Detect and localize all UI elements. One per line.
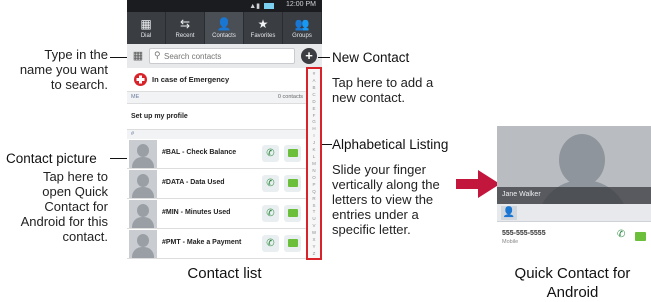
annotation-line: open Quick [42, 184, 108, 199]
annotation-line: Slide your finger [332, 162, 426, 177]
ice-row[interactable]: In case of Emergency [127, 68, 307, 92]
contacts-icon: 👤 [216, 16, 232, 31]
quick-contact-photo: Jane Walker [497, 126, 651, 204]
annotation-line: Contact for [44, 199, 108, 214]
phone-type: Mobile [502, 239, 519, 245]
call-icon[interactable]: ✆ [262, 145, 279, 162]
tab-contacts[interactable]: 👤 Contacts [205, 12, 244, 44]
annotation-line: Type in the [44, 47, 108, 62]
annotation-line: entries under a [332, 207, 419, 222]
tab-dial[interactable]: ▦ Dial [127, 12, 166, 44]
caption-line: Quick Contact for [514, 265, 631, 282]
groups-icon: 👥 [294, 16, 310, 31]
signal-icon: ▲▮ [249, 3, 260, 10]
annotation-line: letters to view the [332, 192, 434, 207]
annotation-line: contact. [62, 229, 108, 244]
new-contact-annotation: Tap here to add a new contact. [332, 75, 457, 105]
setup-profile-row[interactable]: Set up my profile [127, 104, 307, 130]
annotation-line: new contact. [332, 90, 405, 105]
alpha-annotation: Slide your finger vertically along the l… [332, 162, 462, 237]
message-icon[interactable] [284, 175, 301, 192]
contact-name: #PMT - Make a Payment [162, 239, 242, 246]
tab-bar: ▦ Dial ⇆ Recent 👤 Contacts ★ Favorites 👥… [127, 12, 322, 44]
contact-picture[interactable] [129, 200, 157, 228]
alpha-leader-line [322, 144, 332, 145]
annotation-line: specific letter. [332, 222, 411, 237]
search-box[interactable]: ⚲ [149, 48, 295, 64]
search-icon: ⚲ [154, 50, 161, 60]
annotation-line: to search. [50, 77, 108, 92]
tab-recent[interactable]: ⇆ Recent [166, 12, 205, 44]
quick-contact-tabs: 👤 [497, 204, 651, 222]
star-icon: ★ [257, 16, 269, 31]
tab-label: Contacts [212, 32, 236, 39]
contact-name: #BAL - Check Balance [162, 149, 237, 156]
contact-list: In case of Emergency ME 0 contacts Set u… [127, 68, 322, 259]
new-contact-button[interactable]: + [301, 48, 317, 64]
quick-contact-number-row[interactable]: 555-555-5555 Mobile ✆ [497, 222, 651, 253]
annotation-line: name you want [19, 62, 108, 77]
caption-quick-contact: Quick Contact for Android [494, 264, 651, 302]
message-icon[interactable] [284, 205, 301, 222]
annotation-line: Android for this [20, 214, 108, 229]
new-contact-leader-line [318, 57, 330, 58]
contact-row[interactable]: #PMT - Make a Payment ✆ [127, 229, 307, 259]
quick-contact-namebar: Jane Walker [497, 187, 651, 204]
contact-name: #MIN - Minutes Used [162, 209, 231, 216]
tab-label: Favorites [250, 32, 276, 39]
arrow-right-icon [456, 170, 500, 198]
emergency-icon [134, 73, 147, 86]
message-icon[interactable] [284, 145, 301, 162]
contact-count: 0 contacts [277, 94, 303, 100]
section-letter: # [131, 131, 135, 137]
contact-info-icon[interactable]: 👤 [501, 206, 517, 220]
status-time: 12:00 PM [286, 1, 316, 8]
contact-picture[interactable] [129, 140, 157, 168]
annotation-line: Tap here to [42, 169, 108, 184]
quick-contact-screen: Jane Walker 👤 555-555-5555 Mobile ✆ [497, 126, 651, 253]
contact-row[interactable]: #DATA - Data Used ✆ [127, 169, 307, 199]
section-header-hash: # [127, 130, 307, 139]
phone-number: 555-555-5555 [502, 230, 546, 237]
annotation-line: Tap here to add a [332, 75, 434, 90]
section-label: ME [131, 94, 140, 100]
contact-row[interactable]: #BAL - Check Balance ✆ [127, 139, 307, 169]
contact-row[interactable]: #MIN - Minutes Used ✆ [127, 199, 307, 229]
recent-calls-icon: ⇆ [179, 16, 191, 31]
status-bar: ▲▮ 12:00 PM [127, 0, 322, 12]
message-icon[interactable] [284, 235, 301, 252]
alphabet-highlight [306, 67, 322, 260]
ice-label: In case of Emergency [152, 75, 230, 84]
contact-picture-title: Contact picture [6, 151, 97, 166]
message-icon[interactable] [635, 232, 646, 241]
quick-contact-name: Jane Walker [502, 191, 541, 198]
search-row: ▦ ⚲ + [127, 44, 322, 68]
battery-icon [264, 3, 274, 9]
contact-picture[interactable] [129, 230, 157, 258]
phone-screen: ▲▮ 12:00 PM ▦ Dial ⇆ Recent 👤 Contacts ★… [127, 0, 322, 259]
profile-label: Set up my profile [131, 113, 188, 120]
caption-contact-list: Contact list [187, 265, 262, 282]
grid-menu-icon[interactable]: ▦ [131, 49, 145, 63]
call-icon[interactable]: ✆ [262, 175, 279, 192]
tab-favorites[interactable]: ★ Favorites [244, 12, 283, 44]
caption-line: Android [546, 284, 599, 301]
call-icon[interactable]: ✆ [262, 235, 279, 252]
contact-name: #DATA - Data Used [162, 179, 225, 186]
search-input[interactable] [164, 50, 292, 62]
contact-picture[interactable] [129, 170, 157, 198]
contact-picture-annotation: Tap here to open Quick Contact for Andro… [5, 169, 108, 244]
dialpad-icon: ▦ [140, 16, 152, 31]
tab-label: Groups [292, 32, 312, 39]
annotation-line: vertically along the [332, 177, 440, 192]
call-icon[interactable]: ✆ [617, 229, 625, 240]
tab-groups[interactable]: 👥 Groups [283, 12, 322, 44]
alpha-title: Alphabetical Listing [332, 137, 449, 152]
search-annotation: Type in the name you want to search. [12, 47, 108, 92]
new-contact-title: New Contact [332, 50, 410, 65]
call-icon[interactable]: ✆ [262, 205, 279, 222]
section-header-me: ME 0 contacts [127, 92, 307, 104]
tab-label: Recent [175, 32, 195, 39]
tab-label: Dial [140, 32, 152, 39]
